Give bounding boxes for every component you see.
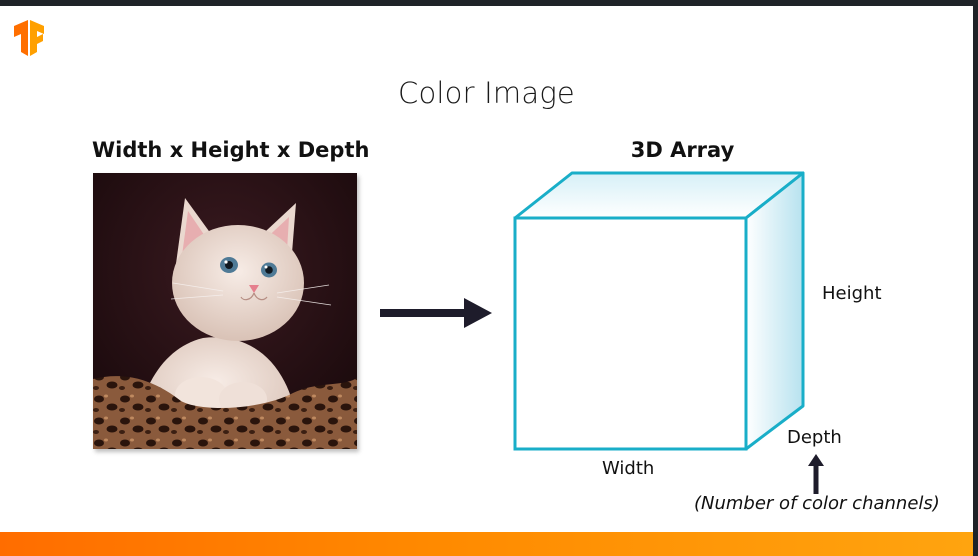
- image-heading: Width x Height x Depth: [92, 138, 370, 162]
- cube-3d-array-icon: [513, 171, 805, 451]
- kitten-photo: [93, 173, 357, 449]
- slide-frame: Color Image Width x Height x Depth 3D Ar…: [0, 0, 978, 556]
- width-label: Width: [602, 458, 655, 479]
- height-label: Height: [822, 283, 882, 304]
- depth-label: Depth: [787, 427, 842, 448]
- tensorflow-logo-icon: [14, 20, 44, 56]
- array-heading: 3D Array: [630, 138, 735, 162]
- color-channels-note: (Number of color channels): [694, 493, 940, 514]
- bottom-accent-bar: [0, 532, 973, 556]
- slide: Color Image Width x Height x Depth 3D Ar…: [0, 6, 973, 556]
- up-arrow-icon: [808, 454, 824, 494]
- right-arrow-icon: [380, 298, 492, 328]
- slide-title: Color Image: [398, 76, 575, 110]
